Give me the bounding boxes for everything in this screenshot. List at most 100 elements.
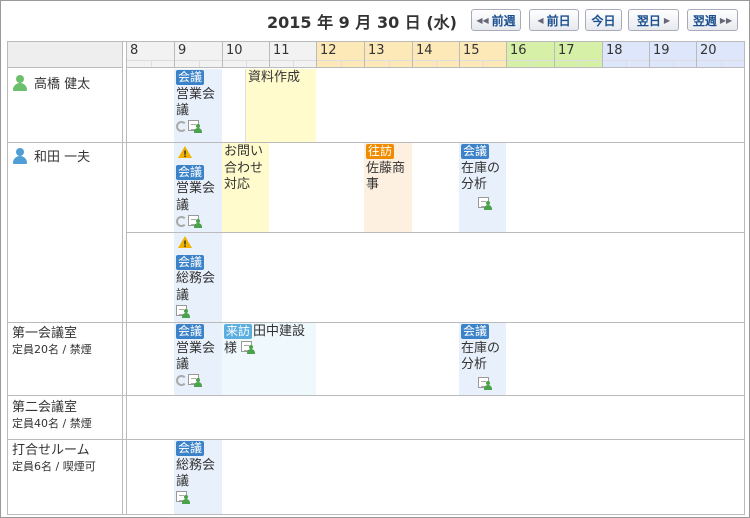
member-schedule-icon — [188, 374, 202, 387]
event-title: 佐藤商事 — [366, 160, 406, 193]
member-schedule-icon — [478, 197, 492, 210]
hour-header-18: 18 — [602, 42, 649, 68]
user-name: 和田 一夫 — [34, 150, 91, 165]
facility-name: 第二会議室 — [12, 400, 78, 415]
event-type-badge: 会議 — [461, 144, 490, 159]
hour-label: 11 — [273, 43, 290, 58]
event-wada-inventory-analysis[interactable]: 会議 在庫の分析 — [459, 143, 506, 232]
event-title: 営業会議 — [176, 181, 216, 213]
hour-label: 13 — [368, 43, 385, 58]
event-type-badge: 会議 — [176, 70, 205, 85]
facility-row-room2[interactable]: 第二会議室 定員40名 / 禁煙 — [12, 400, 92, 432]
schedule-grid: 8 9 10 11 12 13 14 15 16 17 18 19 20 高橋 … — [7, 41, 745, 515]
member-schedule-icon — [241, 340, 256, 354]
hour-header-16: 16 — [506, 42, 554, 68]
event-title: 在庫の分析 — [461, 160, 501, 193]
prev-day-button[interactable]: ◀ 前日 — [529, 9, 579, 31]
next-day-label: 翌日 — [636, 13, 661, 28]
member-schedule-icon — [176, 491, 190, 504]
user-blue-icon — [12, 147, 28, 164]
member-schedule-icon — [176, 304, 190, 318]
today-label: 今日 — [591, 13, 616, 28]
event-title: 在庫の分析 — [461, 340, 501, 373]
hour-header-19: 19 — [649, 42, 696, 68]
facility-row-room1[interactable]: 第一会議室 定員20名 / 禁煙 — [12, 326, 92, 358]
hour-header-14: 14 — [412, 42, 459, 68]
facility-capacity: 定員40名 / 禁煙 — [12, 417, 92, 430]
hour-label: 20 — [700, 43, 717, 58]
facility-row-room3[interactable]: 打合せルーム 定員6名 / 喫煙可 — [12, 443, 96, 475]
facility-capacity: 定員6名 / 喫煙可 — [12, 460, 96, 473]
left-arrow-icon: ◀ — [537, 15, 544, 25]
grid-header-corner — [8, 42, 123, 68]
event-title: 総務会議 — [176, 457, 216, 490]
event-takahashi-doc-writing[interactable]: 資料作成 — [245, 69, 316, 142]
event-type-badge: 会議 — [176, 324, 205, 339]
prev-week-label: 前週 — [491, 13, 516, 28]
hour-header-8: 8 — [126, 42, 174, 68]
today-button[interactable]: 今日 — [585, 9, 622, 31]
repeat-icon — [176, 215, 187, 227]
member-schedule-icon — [478, 377, 492, 390]
hour-header-15: 15 — [459, 42, 506, 68]
hour-label: 15 — [463, 43, 480, 58]
double-left-arrow-icon: ◀◀ — [476, 15, 489, 25]
column-divider — [122, 68, 123, 514]
user-row-takahashi[interactable]: 高橋 健太 — [12, 73, 90, 92]
event-wada-general-affairs-meeting[interactable]: 会議 総務会議 — [174, 233, 222, 322]
row-separator — [8, 322, 744, 323]
event-type-badge: 来訪 — [224, 324, 253, 339]
right-arrow-icon: ▶ — [663, 15, 671, 25]
event-takahashi-sales-meeting[interactable]: 会議 営業会議 — [174, 69, 222, 142]
user-name: 高橋 健太 — [34, 77, 91, 92]
repeat-icon — [176, 121, 187, 132]
hour-header-9: 9 — [174, 42, 222, 68]
event-room1-inventory-analysis[interactable]: 会議 在庫の分析 — [459, 323, 506, 395]
warning-icon — [178, 236, 192, 254]
event-title: 総務会議 — [176, 271, 216, 303]
facility-name: 打合せルーム — [12, 443, 90, 458]
member-schedule-icon — [188, 214, 202, 228]
next-day-button[interactable]: 翌日 ▶ — [628, 9, 679, 31]
hour-label: 19 — [653, 43, 670, 58]
member-schedule-icon — [188, 120, 202, 133]
event-wada-visit-sato[interactable]: 往訪 佐藤商事 — [364, 143, 412, 232]
event-title: お問い合わせ対応 — [224, 144, 264, 192]
hour-label: 9 — [178, 43, 187, 58]
event-type-badge: 会議 — [176, 254, 205, 270]
hour-header-17: 17 — [554, 42, 602, 68]
row-separator — [8, 439, 744, 440]
event-wada-sales-meeting[interactable]: 会議 営業会議 — [174, 143, 222, 232]
date-title: 2015 年 9 月 30 日 (水) — [267, 13, 457, 32]
hour-header-10: 10 — [222, 42, 269, 68]
next-week-button[interactable]: 翌週 ▶▶ — [687, 9, 738, 31]
schedule-window: 2015 年 9 月 30 日 (水) ◀◀ 前週 ◀ 前日 今日 翌日 ▶ 翌週 ▶▶… — [0, 0, 750, 518]
event-room1-visit-tanaka[interactable]: 来訪 田中建設様 — [222, 323, 316, 395]
user-row-wada[interactable]: 和田 一夫 — [12, 146, 90, 165]
event-wada-inquiry-handling[interactable]: お問い合わせ対応 — [222, 143, 269, 232]
hour-header-12: 12 — [316, 42, 364, 68]
prev-day-label: 前日 — [546, 13, 571, 28]
hour-label: 16 — [510, 43, 527, 58]
event-type-badge: 会議 — [176, 441, 205, 456]
event-type-badge: 会議 — [461, 324, 490, 339]
hour-label: 18 — [606, 43, 623, 58]
user-green-icon — [12, 74, 28, 91]
row-separator — [8, 395, 744, 396]
repeat-icon — [176, 375, 187, 386]
event-type-badge: 会議 — [176, 164, 205, 180]
column-divider — [126, 68, 127, 514]
hour-label: 14 — [416, 43, 433, 58]
hour-label: 17 — [558, 43, 575, 58]
facility-name: 第一会議室 — [12, 326, 78, 341]
event-room3-general-affairs-meeting[interactable]: 会議 総務会議 — [174, 440, 222, 514]
next-week-label: 翌週 — [692, 13, 717, 28]
event-room1-sales-meeting[interactable]: 会議 営業会議 — [174, 323, 222, 395]
hour-label: 8 — [130, 43, 139, 58]
event-title: 営業会議 — [176, 86, 216, 119]
event-title: 営業会議 — [176, 340, 216, 373]
event-type-badge: 往訪 — [366, 144, 395, 159]
facility-capacity: 定員20名 / 禁煙 — [12, 343, 92, 356]
prev-week-button[interactable]: ◀◀ 前週 — [471, 9, 521, 31]
hour-header-11: 11 — [269, 42, 316, 68]
